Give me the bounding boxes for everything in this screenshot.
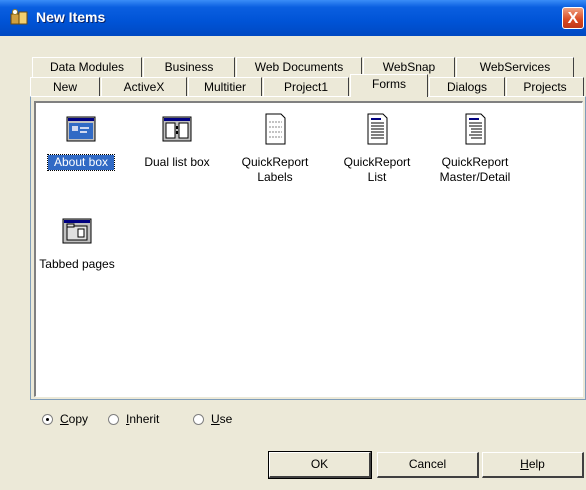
app-icon [10, 9, 28, 25]
option-use[interactable]: Use [193, 412, 253, 428]
dual-list-box-icon [162, 116, 192, 142]
title-bar[interactable]: New Items X [0, 0, 586, 36]
tab-activex[interactable]: ActiveX [101, 77, 187, 97]
quickreport-labels-icon [265, 113, 286, 145]
tab-dialogs[interactable]: Dialogs [429, 77, 505, 97]
copy-radio[interactable] [42, 414, 53, 425]
tab-forms[interactable]: Forms [350, 74, 428, 97]
tab-webservices[interactable]: WebServices [456, 57, 574, 77]
copy-label: Copy [60, 412, 89, 426]
tab-web-documents[interactable]: Web Documents [236, 57, 362, 77]
tab-multitier[interactable]: Multitier [188, 77, 262, 97]
about-box-icon [66, 116, 96, 142]
quickreport-list-icon [367, 113, 388, 145]
window-title: New Items [36, 9, 106, 25]
list-item-label: QuickReport Master/Detail [439, 155, 511, 184]
option-inherit[interactable]: Inherit [108, 412, 188, 428]
ok-button[interactable]: OK [268, 451, 372, 479]
inherit-label: Inherit [126, 412, 160, 426]
close-icon: X [567, 10, 579, 27]
list-item-label: QuickReport List [343, 155, 411, 184]
tab-project1[interactable]: Project1 [263, 77, 349, 97]
option-copy[interactable]: Copy [42, 412, 102, 428]
help-button[interactable]: Help [482, 452, 584, 478]
list-item-label: About box [47, 154, 115, 171]
close-button[interactable]: X [562, 7, 584, 29]
quickreport-master-detail-icon [465, 113, 486, 145]
use-label: Use [211, 412, 233, 426]
list-item-label: Tabbed pages [39, 257, 115, 271]
tab-projects[interactable]: Projects [506, 77, 584, 97]
tab-data-modules[interactable]: Data Modules [32, 57, 142, 77]
use-radio[interactable] [193, 414, 204, 425]
list-item-label: Dual list box [144, 155, 210, 169]
tab-new[interactable]: New [30, 77, 100, 97]
list-item-label: QuickReport Labels [241, 155, 309, 184]
inherit-radio[interactable] [108, 414, 119, 425]
tabbed-pages-icon [62, 218, 92, 244]
cancel-button[interactable]: Cancel [377, 452, 479, 478]
tab-business[interactable]: Business [143, 57, 235, 77]
items-list-view[interactable]: About box Dual list box QuickReport Labe… [34, 101, 583, 397]
